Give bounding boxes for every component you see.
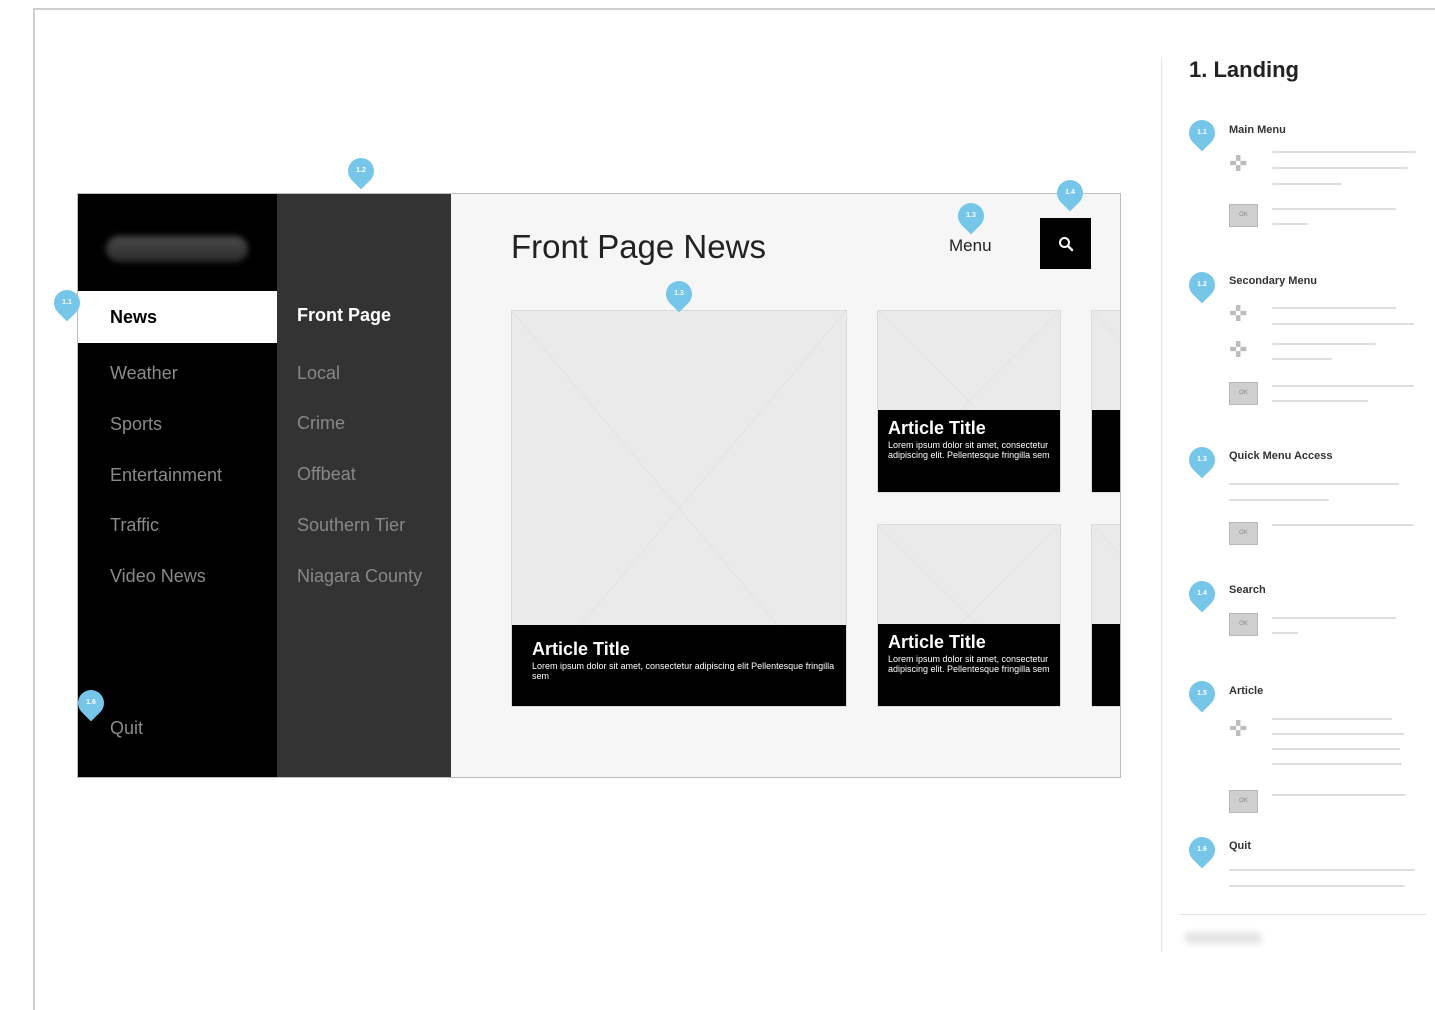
sub-menu-item-niagara-county[interactable]: Niagara County [297, 566, 422, 587]
ok-button-icon: OK [1229, 204, 1258, 227]
main-menu-item-weather[interactable]: Weather [78, 347, 277, 399]
sub-menu-item-local[interactable]: Local [297, 363, 340, 384]
sub-menu-item-offbeat[interactable]: Offbeat [297, 464, 356, 485]
search-button[interactable] [1040, 218, 1091, 269]
article-caption: Article Title Lorem ipsum dolor sit amet… [878, 410, 1060, 492]
panel-title: 1. Landing [1189, 57, 1299, 82]
main-menu-item-sports[interactable]: Sports [78, 398, 277, 450]
ok-button-icon: OK [1229, 790, 1258, 813]
article-tile-small[interactable]: Article Title Lorem ipsum dolor sit amet… [877, 524, 1061, 707]
article-tile-small[interactable]: Article Title Lorem ipsum dolor sit amet… [877, 310, 1061, 493]
main-menu-item-entertainment[interactable]: Entertainment [78, 449, 277, 501]
article-description: Lorem ipsum dolor sit amet, consectetur … [532, 661, 835, 681]
annotation-pin-article: 1.3 [660, 275, 698, 313]
annotation-heading: Quick Menu Access [1229, 450, 1333, 462]
article-caption: Article Title Lorem ipsum dolor sit amet… [512, 625, 846, 706]
article-tile-featured[interactable]: Article Title Lorem ipsum dolor sit amet… [511, 310, 847, 707]
sub-menu-item-southern-tier[interactable]: Southern Tier [297, 515, 405, 536]
article-caption [1092, 624, 1120, 706]
secondary-menu: Front Page Local Crime Offbeat Southern … [277, 194, 451, 777]
annotation-pin-secondary-menu: 1.2 [342, 152, 380, 190]
ok-button-icon: OK [1229, 522, 1258, 545]
annotation-pin: 1.3 [1183, 441, 1221, 479]
annotation-heading: Main Menu [1229, 124, 1286, 136]
tv-screen-wireframe: News Weather Sports Entertainment Traffi… [77, 193, 1121, 778]
article-title: Article Title [532, 639, 630, 659]
sub-menu-item-front-page[interactable]: Front Page [297, 305, 391, 326]
article-description: Lorem ipsum dolor sit amet, consectetur … [888, 654, 1050, 674]
logo [106, 236, 248, 262]
article-tile-partial[interactable] [1091, 310, 1120, 493]
sub-menu-item-crime[interactable]: Crime [297, 413, 345, 434]
dpad-icon: ✜ [1229, 301, 1248, 326]
content-area: Front Page News Menu Article Title Lorem… [451, 194, 1120, 777]
annotation-heading: Secondary Menu [1229, 275, 1318, 287]
dpad-icon: ✜ [1229, 716, 1248, 741]
page-title: Front Page News [511, 228, 766, 265]
article-title: Article Title [888, 632, 986, 652]
main-menu-item-video-news[interactable]: Video News [78, 550, 277, 602]
annotation-heading: Search [1229, 584, 1266, 596]
dpad-icon: ✜ [1229, 151, 1248, 176]
main-menu: News Weather Sports Entertainment Traffi… [78, 194, 286, 777]
annotation-pin: 1.6 [1183, 831, 1221, 869]
annotation-heading: Article [1229, 685, 1264, 697]
annotation-pin: 1.2 [1183, 266, 1221, 304]
annotation-pin-search: 1.4 [1051, 174, 1089, 212]
annotation-pin: 1.4 [1183, 575, 1221, 613]
annotation-panel: 1. Landing 1.1 Main Menu ✜ OK 1.2 Second… [1161, 57, 1435, 952]
panel-footer-logo [1184, 932, 1262, 944]
main-menu-item-traffic[interactable]: Traffic [78, 499, 277, 551]
annotation-pin: 1.1 [1183, 114, 1221, 152]
dpad-icon: ✜ [1229, 337, 1248, 362]
annotation-pin-quick-menu: 1.3 [952, 197, 990, 235]
search-icon [1058, 236, 1073, 251]
article-description: Lorem ipsum dolor sit amet, consectetur … [888, 440, 1050, 460]
annotation-pin-main-menu: 1.1 [48, 284, 86, 322]
panel-divider [1180, 914, 1426, 915]
quit-button[interactable]: Quit [110, 718, 143, 739]
article-title: Article Title [888, 418, 986, 438]
ok-button-icon: OK [1229, 382, 1258, 405]
annotation-heading: Quit [1229, 840, 1251, 852]
article-tile-partial[interactable] [1091, 524, 1120, 707]
annotation-pin: 1.5 [1183, 675, 1221, 713]
main-menu-item-news[interactable]: News [78, 291, 286, 343]
quick-menu-button[interactable]: Menu [949, 236, 992, 256]
article-caption [1092, 410, 1120, 492]
annotation-pin-quit: 1.6 [72, 684, 110, 722]
article-caption: Article Title Lorem ipsum dolor sit amet… [878, 624, 1060, 706]
ok-button-icon: OK [1229, 613, 1258, 636]
